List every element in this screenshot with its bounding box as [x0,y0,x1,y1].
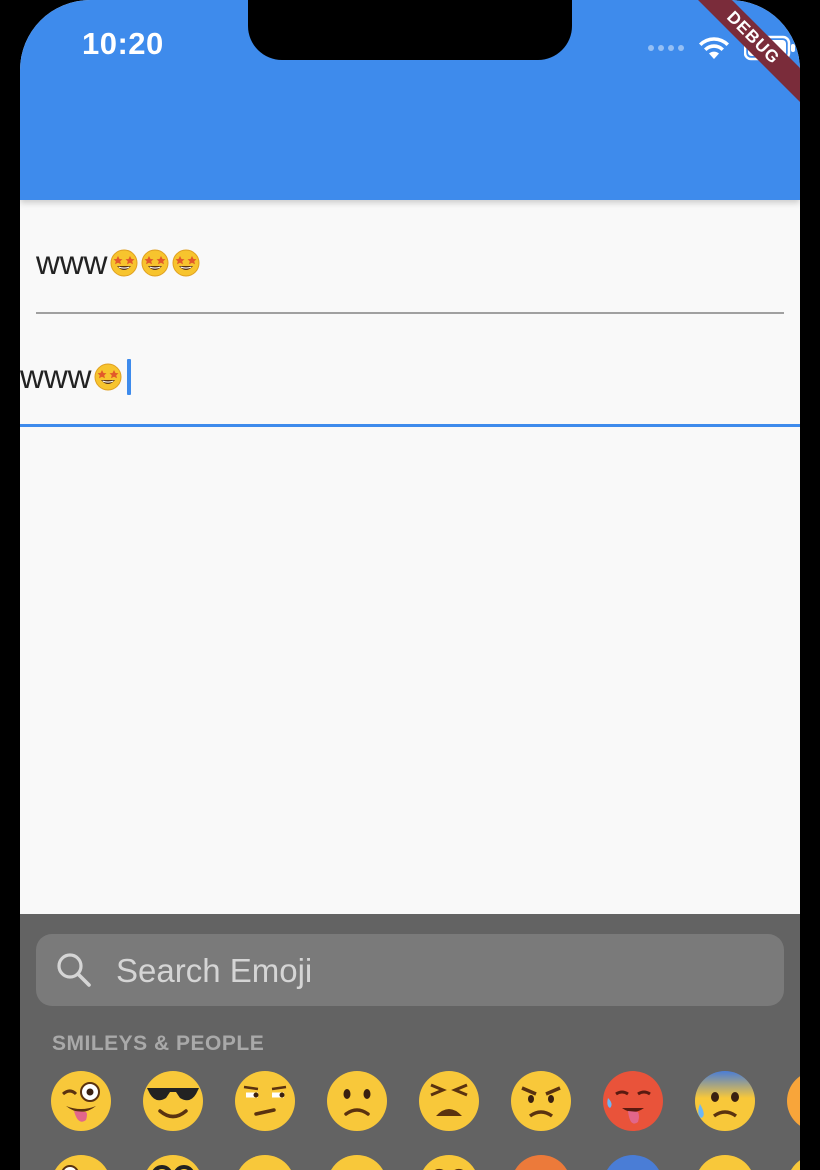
expressionless-emoji-icon [331,1155,383,1170]
emoji-key[interactable] [140,1152,232,1170]
hot-face-emoji-icon [603,1071,663,1131]
emoji-key[interactable] [600,1068,692,1138]
slightly-frowning-emoji-icon [327,1071,387,1131]
emoji-key[interactable] [140,1068,232,1138]
winking-tongue-emoji-icon [51,1071,111,1131]
emoji-row-1 [48,1068,800,1138]
weary-emoji-icon [419,1071,479,1131]
text-cursor [126,359,131,395]
nerd-emoji-icon [147,1155,199,1170]
emoji-key[interactable] [600,1152,692,1170]
device-notch [248,0,572,60]
emoji-key[interactable] [508,1068,600,1138]
search-icon [57,953,91,987]
star-struck-emoji-icon [94,363,121,391]
text-field-two-value: www [20,358,131,396]
text-field-one-value: www [36,244,201,282]
unamused-emoji-icon [235,1071,295,1131]
cellular-signal-icon [648,45,684,51]
emoji-key[interactable] [784,1152,800,1170]
star-struck-emoji-icon [141,249,168,277]
emoji-key[interactable] [692,1068,784,1138]
star-struck-emoji-icon [172,249,199,277]
emoji-category-label: SMILEYS & PEOPLE [52,1032,265,1055]
text-field-one-text: www [36,244,108,281]
emoji-key[interactable] [48,1152,140,1170]
partial-emoji-icon [787,1076,800,1126]
anxious-sweat-emoji-icon [695,1071,755,1131]
emoji-keyboard: Search Emoji SMILEYS & PEOPLE [20,914,800,1170]
sweat-emoji-icon [699,1155,751,1170]
partial-emoji-icon [791,1160,800,1170]
wifi-icon [699,37,729,59]
pouting-emoji-icon [515,1155,567,1170]
emoji-key[interactable] [416,1152,508,1170]
emoji-key[interactable] [48,1068,140,1138]
status-time: 10:20 [82,26,164,61]
emoji-key[interactable] [232,1068,324,1138]
emoji-key[interactable] [784,1068,800,1138]
emoji-key[interactable] [692,1152,784,1170]
text-field-two[interactable]: www [20,350,800,427]
emoji-search-placeholder: Search Emoji [116,952,313,989]
neutral-emoji-icon [239,1155,291,1170]
zany-emoji-icon [55,1155,107,1170]
star-struck-emoji-icon [110,249,137,277]
app-screen: 10:20 DEBUG www www Search Emoji SMILEYS… [20,0,800,1170]
cold-face-emoji-icon [607,1155,659,1170]
angry-emoji-icon [511,1071,571,1131]
emoji-key[interactable] [416,1068,508,1138]
text-field-one[interactable]: www [36,232,784,314]
emoji-key[interactable] [324,1068,416,1138]
sunglasses-emoji-icon [143,1071,203,1131]
device-frame: 10:20 DEBUG www www Search Emoji SMILEYS… [0,0,820,1170]
emoji-row-2 [48,1152,800,1170]
emoji-key[interactable] [508,1152,600,1170]
emoji-key[interactable] [324,1152,416,1170]
worried-emoji-icon [423,1155,475,1170]
text-field-two-text: www [20,358,92,395]
emoji-key[interactable] [232,1152,324,1170]
emoji-search-field[interactable]: Search Emoji [36,934,784,1006]
